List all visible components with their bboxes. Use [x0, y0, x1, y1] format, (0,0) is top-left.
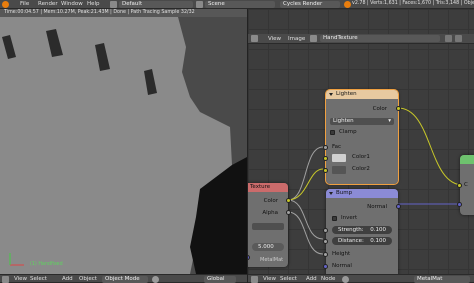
color1-input-socket[interactable] — [323, 156, 328, 161]
blend-mode-select[interactable]: Lighten ▾ — [330, 118, 394, 125]
menu-window[interactable]: Window — [61, 0, 83, 8]
scene-stats: v2.78 | Verts:1,631 | Faces:1,670 | Tris… — [352, 1, 474, 6]
menu-file[interactable]: File — [20, 0, 29, 8]
distance-field[interactable]: Distance: 0.100 — [332, 237, 392, 245]
texture-output-alpha-label: Alpha — [262, 210, 278, 216]
texture-node[interactable]: Texture Color Alpha 5.000 — [248, 183, 291, 267]
shader-node[interactable]: C — [457, 155, 474, 215]
lighten-output-color-socket[interactable] — [396, 106, 401, 111]
dropdown-arrow-icon: ▾ — [388, 118, 391, 124]
scene-icon[interactable] — [196, 1, 203, 8]
clamp-checkbox[interactable] — [330, 130, 335, 135]
strength-label: Strength: — [338, 227, 364, 233]
texture-output-color-socket[interactable] — [286, 198, 291, 203]
shading-icon[interactable] — [152, 276, 159, 283]
render-info-text: Time:00:04.57 | Mem:10.27M, Peak:21.43M … — [4, 10, 195, 15]
node-footer-select[interactable]: Select — [280, 275, 297, 283]
bump-output-normal-socket[interactable] — [396, 204, 401, 209]
clamp-label: Clamp — [339, 129, 357, 135]
node-editor-footer: View Select Add Node MetalMat — [248, 274, 474, 283]
color2-label: Color2 — [352, 166, 370, 172]
color1-label: Color1 — [352, 154, 370, 160]
distance-value: 0.100 — [370, 238, 386, 244]
mode-selector[interactable]: Object Mode — [102, 276, 148, 283]
strength-value: 0.100 — [370, 227, 386, 233]
color2-input-socket[interactable] — [323, 168, 328, 173]
node-editor[interactable]: View Image HandTexture Lighten Color Lig… — [248, 9, 474, 283]
viewport-menu-object[interactable]: Object — [79, 275, 97, 283]
distance-input-socket[interactable] — [323, 239, 328, 244]
shader-color-label: C — [464, 182, 468, 188]
texture-input-socket[interactable] — [248, 255, 250, 260]
screen-selector[interactable]: Default — [119, 1, 193, 8]
render-info-bar: Time:00:04.57 | Mem:10.27M, Peak:21.43M … — [0, 9, 247, 17]
texture-value-field[interactable]: 5.000 — [252, 243, 284, 251]
color1-swatch[interactable] — [332, 154, 346, 162]
bump-output-normal-label: Normal — [367, 204, 387, 210]
3d-viewport[interactable]: Time:00:04.57 | Mem:10.27M, Peak:21.43M … — [0, 9, 247, 274]
node-tree-material-label: MetalMat — [260, 257, 284, 263]
node-editor-footer-type-icon[interactable] — [251, 276, 258, 283]
fac-label: Fac — [332, 144, 342, 150]
lighten-node[interactable]: Lighten Color Lighten ▾ Clamp Fac Color1… — [323, 89, 401, 185]
top-info-bar: File Render Window Help Default Scene Cy… — [0, 0, 474, 9]
strength-input-socket[interactable] — [323, 228, 328, 233]
node-type-icon[interactable] — [342, 276, 349, 283]
texture-output-color-label: Color — [263, 198, 278, 204]
render-engine-select[interactable]: Cycles Render — [280, 1, 340, 8]
texture-node-header[interactable]: Texture — [248, 183, 288, 192]
blender-small-icon — [344, 1, 351, 8]
shader-input-normal-socket[interactable] — [457, 202, 462, 207]
bump-node[interactable]: Bump Normal Invert Strength: 0.100 Dista… — [323, 189, 401, 279]
material-selector[interactable]: MetalMat — [414, 276, 470, 283]
strength-field[interactable]: Strength: 0.100 — [332, 226, 392, 234]
lighten-node-header[interactable]: Lighten — [326, 90, 398, 99]
texture-select[interactable] — [252, 223, 284, 230]
viewport-menu-view[interactable]: View — [14, 275, 27, 283]
node-footer-view[interactable]: View — [263, 275, 276, 283]
screen-layout-icon[interactable] — [110, 1, 117, 8]
height-label: Height — [332, 251, 351, 257]
collapse-arrow-icon[interactable] — [329, 192, 333, 195]
pivot-selector[interactable]: Global — [204, 276, 236, 283]
lighten-output-color-label: Color — [372, 106, 387, 112]
object-label: (1) Handfixed — [30, 262, 63, 267]
scene-selector[interactable]: Scene — [205, 1, 275, 8]
invert-checkbox[interactable] — [332, 216, 337, 221]
lighten-node-title: Lighten — [336, 91, 357, 97]
menu-render[interactable]: Render — [38, 0, 58, 8]
normal-input-socket[interactable] — [323, 264, 328, 269]
texture-output-alpha-socket[interactable] — [286, 210, 291, 215]
color2-swatch[interactable] — [332, 166, 346, 174]
invert-label: Invert — [341, 215, 358, 221]
viewport-header: View Select Add Object Object Mode Globa… — [0, 274, 247, 283]
height-input-socket[interactable] — [323, 252, 328, 257]
texture-node-title: Texture — [250, 184, 271, 190]
editor-type-icon[interactable] — [2, 276, 9, 283]
node-footer-node[interactable]: Node — [321, 275, 335, 283]
shader-input-color-socket[interactable] — [457, 183, 462, 188]
bump-node-title: Bump — [336, 190, 353, 196]
link-lighten-to-shader — [397, 107, 464, 186]
blender-logo-icon[interactable] — [2, 1, 9, 8]
viewport-menu-add[interactable]: Add — [62, 275, 73, 283]
node-footer-add[interactable]: Add — [306, 275, 317, 283]
render-result-image — [0, 17, 247, 274]
fac-input-socket[interactable] — [323, 145, 328, 150]
bump-node-header[interactable]: Bump — [326, 189, 398, 198]
shader-node-header[interactable] — [460, 155, 474, 164]
menu-help[interactable]: Help — [87, 0, 100, 8]
normal-input-label: Normal — [332, 263, 352, 269]
link-texture-to-fac — [287, 146, 324, 201]
viewport-menu-select[interactable]: Select — [30, 275, 47, 283]
blend-mode-value: Lighten — [333, 118, 354, 124]
distance-label: Distance: — [338, 238, 364, 244]
collapse-arrow-icon[interactable] — [329, 93, 333, 96]
